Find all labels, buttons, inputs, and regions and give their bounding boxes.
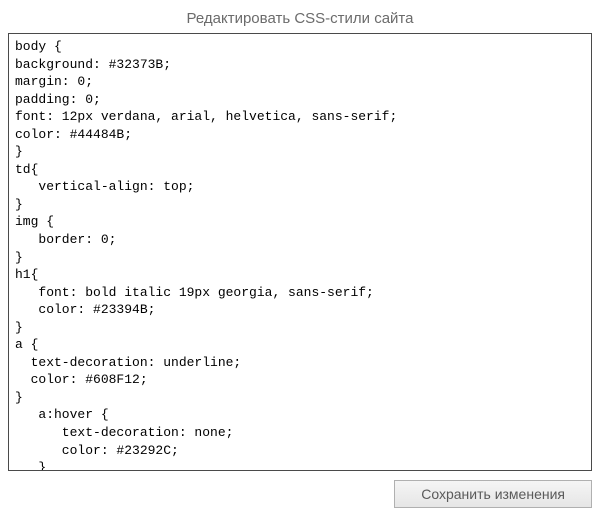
save-button[interactable]: Сохранить изменения: [394, 480, 592, 508]
editor-panel: Редактировать CSS-стили сайта Сохранить …: [0, 0, 600, 514]
css-editor-textarea[interactable]: [8, 33, 592, 471]
page-title: Редактировать CSS-стили сайта: [8, 6, 592, 33]
button-row: Сохранить изменения: [8, 476, 592, 508]
